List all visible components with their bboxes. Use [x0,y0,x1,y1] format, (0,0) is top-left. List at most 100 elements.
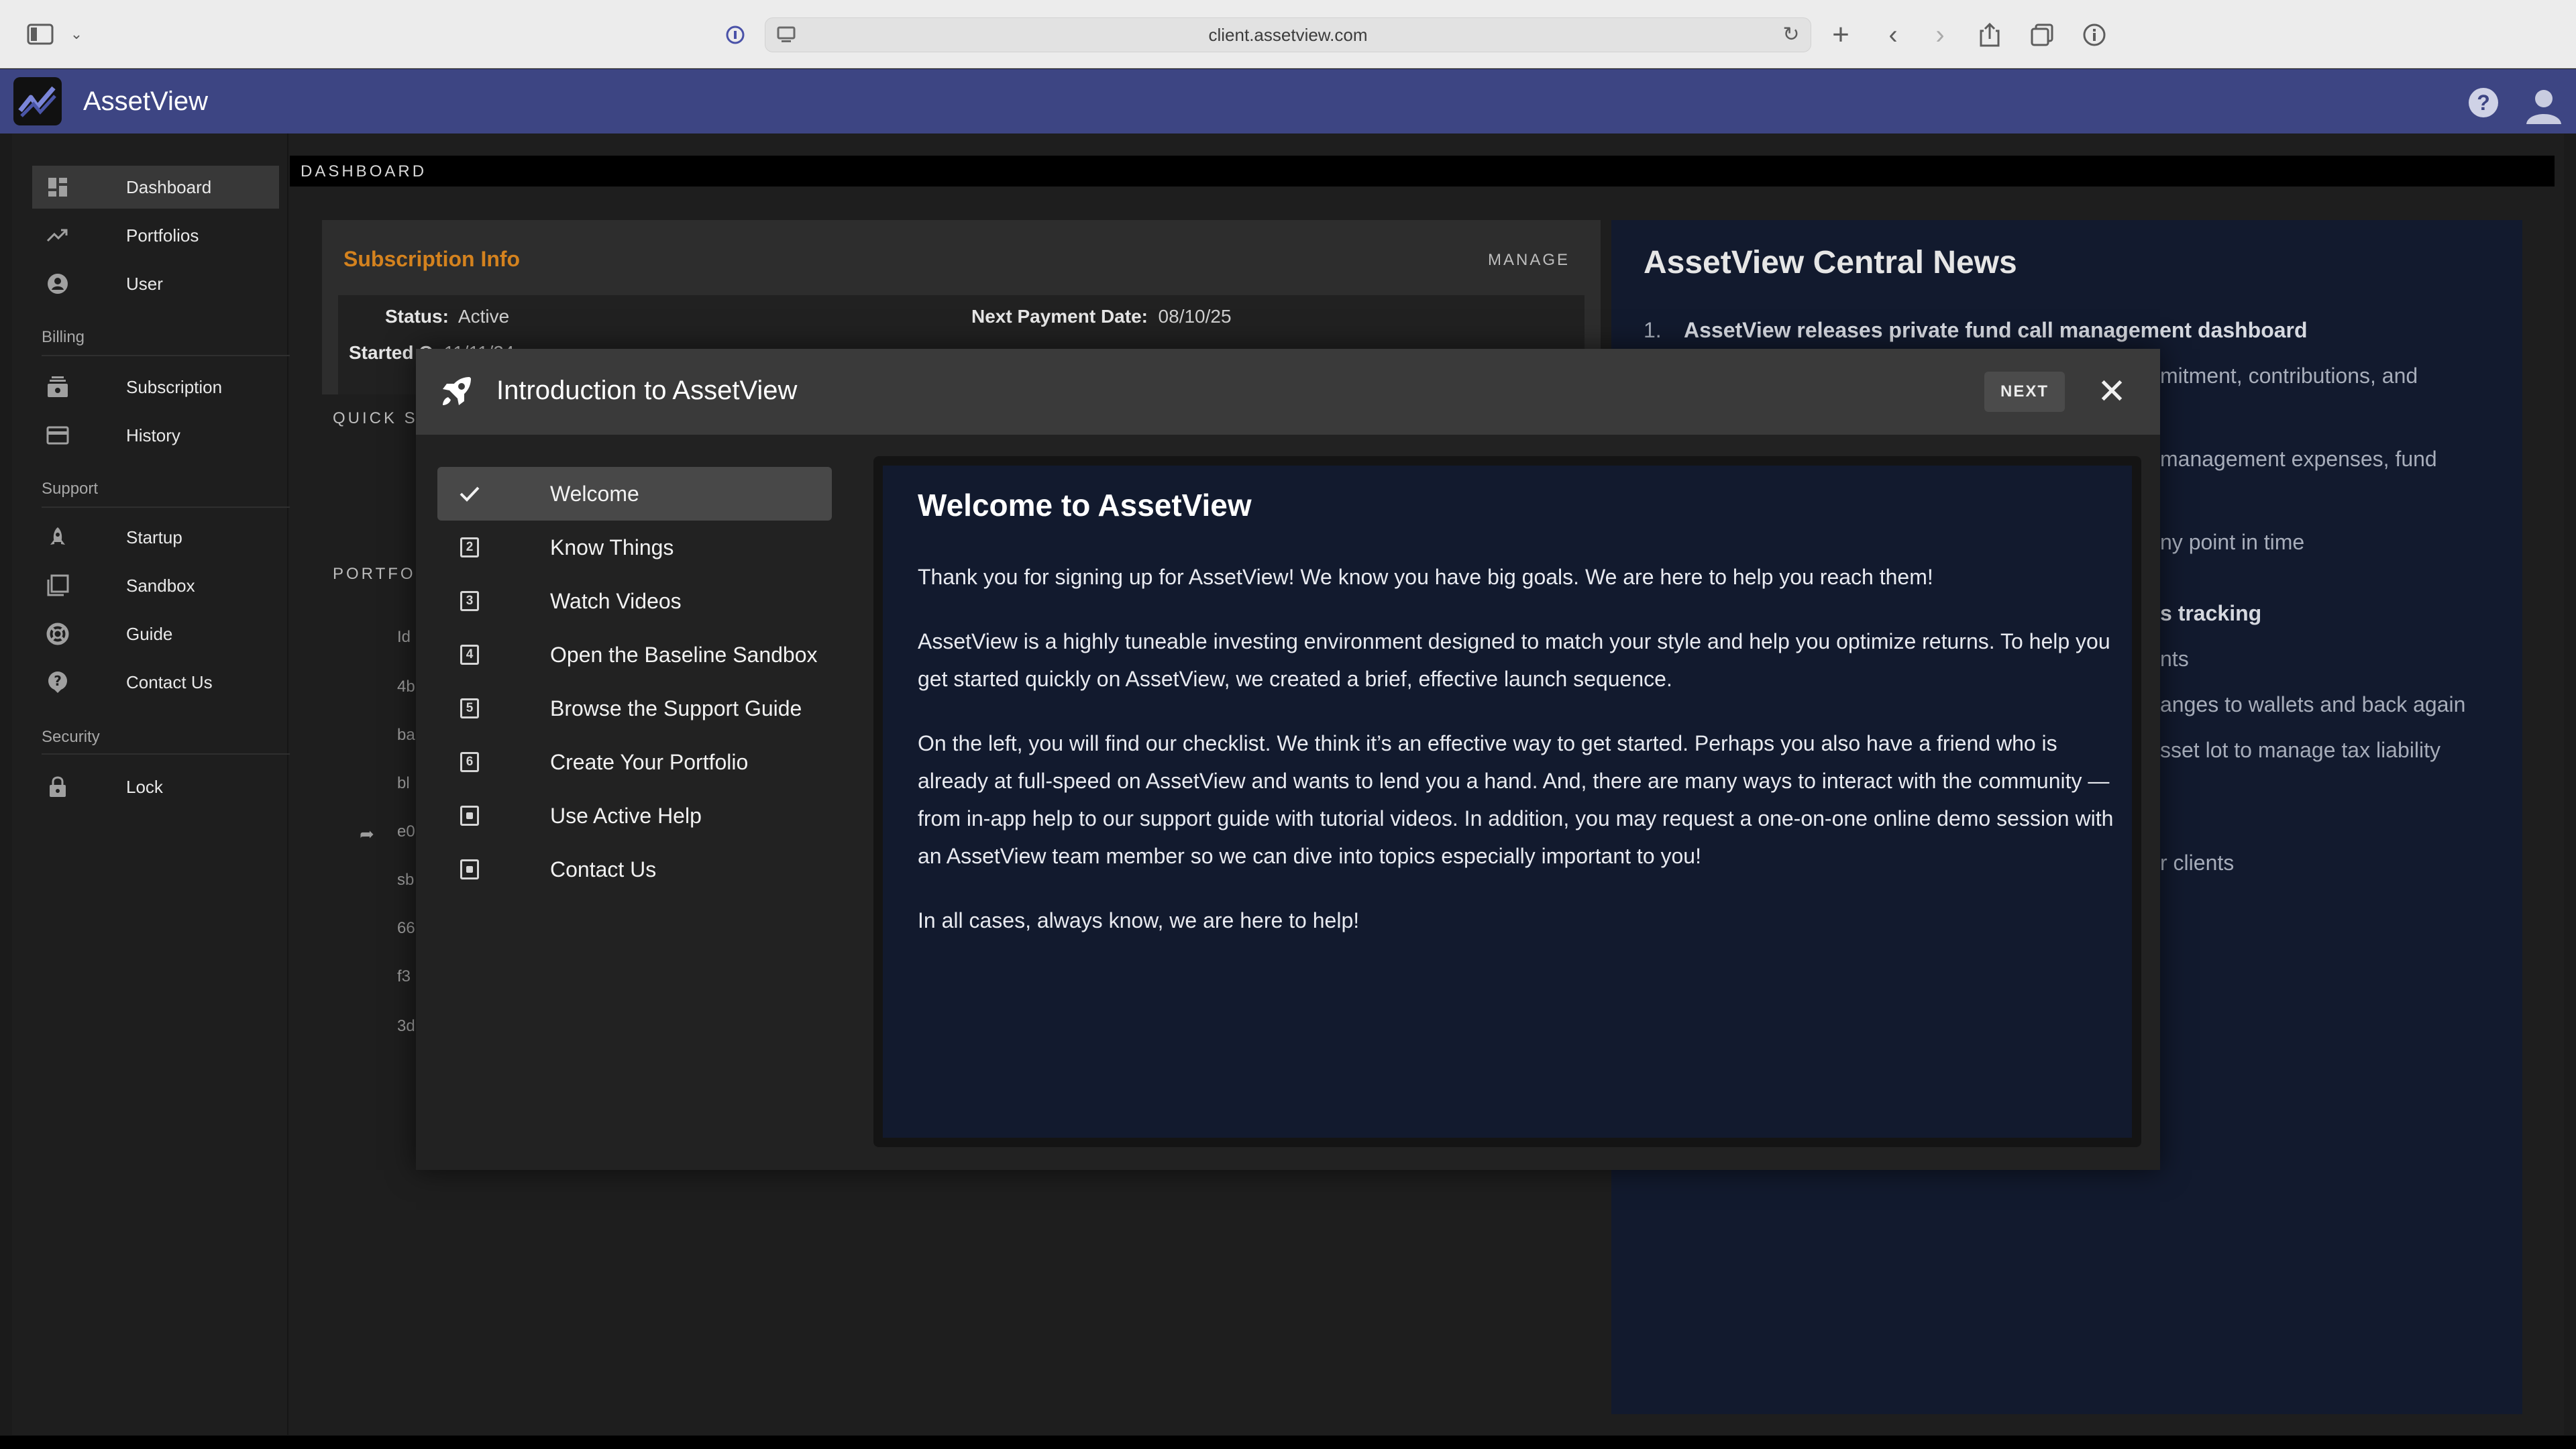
tabs-overview-icon[interactable] [2027,20,2057,50]
news-item-title[interactable]: AssetView releases private fund call man… [1684,318,2308,343]
step-number: 3 [460,591,479,611]
account-circle-icon [46,272,70,296]
dashboard-icon [46,175,70,199]
sidebar-item-guide[interactable]: Guide [32,612,279,655]
news-line: sset lot to manage tax liability [2160,738,2440,762]
step-number: 6 [460,752,479,772]
sidebar-item-subscription[interactable]: Subscription [32,366,279,409]
step-create-portfolio[interactable]: 6 Create Your Portfolio [437,735,832,789]
sidebar-item-startup[interactable]: Startup [32,516,279,559]
table-row[interactable]: sb [397,871,414,890]
page-title: DASHBOARD [301,162,427,180]
sandbox-icon [46,574,70,598]
browser-toolbar: ⌄ client.assetview.com ↻ + ‹ › [0,0,2576,68]
status-value: Active [458,306,510,327]
reload-icon[interactable]: ↻ [1780,23,1803,46]
sidebar-divider [42,506,290,508]
life-ring-icon [46,622,70,646]
step-content-frame: Welcome to AssetView Thank you for signi… [873,456,2141,1147]
svg-text:?: ? [54,673,62,689]
table-row[interactable]: f3 [397,967,411,986]
next-payment-label: Next Payment Date: [971,306,1148,327]
sidebar-item-lock[interactable]: Lock [32,765,279,808]
intro-modal: Introduction to AssetView NEXT ✕ Welcome… [416,349,2160,1170]
privacy-report-icon[interactable] [723,23,747,47]
step-label: Watch Videos [550,589,682,613]
content-paragraph: On the left, you will find our checklist… [918,731,2114,868]
content-paragraph: Thank you for signing up for AssetView! … [918,565,1933,589]
back-icon[interactable]: ‹ [1878,20,1908,50]
address-bar[interactable]: client.assetview.com ↻ [765,17,1811,52]
next-button[interactable]: NEXT [1984,372,2065,412]
sidebar-toggle-icon[interactable] [25,23,55,46]
app-logo-icon[interactable] [13,77,62,125]
news-line: ny point in time [2160,530,2305,554]
step-know-things[interactable]: 2 Know Things [437,521,832,574]
step-support-guide[interactable]: 5 Browse the Support Guide [437,682,832,735]
number-6-box-icon: 6 [458,750,482,774]
manage-button[interactable]: MANAGE [1488,251,1570,270]
step-open-sandbox[interactable]: 4 Open the Baseline Sandbox [437,628,832,682]
step-number: 5 [460,698,479,718]
info-icon[interactable] [2080,20,2109,50]
sidebar-item-label: Contact Us [126,672,213,692]
table-row[interactable]: 4b [397,678,415,696]
page-settings-icon[interactable] [775,23,798,46]
forward-icon[interactable]: › [1925,20,1955,50]
table-row[interactable]: e0 [397,822,415,841]
sidebar-item-portfolios[interactable]: Portfolios [32,214,279,257]
content-paragraph: In all cases, always know, we are here t… [918,908,1360,932]
sidebar-item-label: Lock [126,776,163,797]
news-line: mitment, contributions, and [2160,364,2418,388]
dashboard-header: DASHBOARD [290,156,2555,186]
sidebar-item-contact-us[interactable]: ? Contact Us [32,661,279,704]
url-text: client.assetview.com [1208,25,1368,45]
modal-header: Introduction to AssetView NEXT ✕ [416,349,2160,435]
step-watch-videos[interactable]: 3 Watch Videos [437,574,832,628]
sidebar-item-user[interactable]: User [32,262,279,305]
sidebar-item-sandbox[interactable]: Sandbox [32,564,279,607]
step-welcome[interactable]: Welcome [437,467,832,521]
step-active-help[interactable]: Use Active Help [437,789,832,843]
share-icon[interactable] [1975,20,2004,50]
sidebar-section-support: Support [42,480,99,498]
sidebar-item-label: Subscription [126,376,223,397]
table-row[interactable]: ba [397,726,415,745]
sidebar-item-label: Dashboard [126,176,212,197]
sidebar-divider [42,355,290,356]
sidebar-item-dashboard[interactable]: Dashboard [32,166,279,209]
table-row: Id [397,628,411,646]
user-avatar-icon[interactable] [2524,85,2564,125]
app-title[interactable]: AssetView [83,84,208,119]
window-bottom-edge [0,1436,2576,1449]
sidebar-divider [42,753,290,755]
step-number: 4 [460,645,479,665]
chevron-down-icon[interactable]: ⌄ [67,23,86,46]
step-label: Create Your Portfolio [550,750,749,774]
step-contact-us[interactable]: Contact Us [437,843,832,896]
help-icon[interactable]: ? [2469,88,2498,117]
close-icon[interactable]: ✕ [2094,374,2129,409]
rocket-icon [46,525,70,549]
status-row: Status: Active [385,306,509,327]
table-row[interactable]: 3d [397,1017,415,1036]
subscription-icon [46,375,70,399]
table-row[interactable]: bl [397,774,410,793]
trending-up-icon [46,223,70,248]
sidebar-section-billing: Billing [42,328,85,346]
news-line[interactable]: s tracking [2160,601,2261,626]
new-tab-icon[interactable]: + [1826,20,1856,50]
sidebar-item-label: Startup [126,527,182,547]
sidebar-item-history[interactable]: History [32,414,279,457]
table-row[interactable]: 66 [397,919,415,938]
next-payment-value: 08/10/25 [1158,306,1232,327]
step-label: Welcome [550,482,639,506]
sidebar-item-label: Guide [126,623,173,644]
status-label: Status: [385,306,449,327]
news-title: AssetView Central News [1644,245,2017,280]
news-line: management expenses, fund [2160,447,2437,471]
dot-box-icon [458,804,482,828]
step-label: Browse the Support Guide [550,696,802,720]
news-line: r clients [2160,851,2235,875]
next-payment-row: Next Payment Date: 08/10/25 [971,306,1232,327]
